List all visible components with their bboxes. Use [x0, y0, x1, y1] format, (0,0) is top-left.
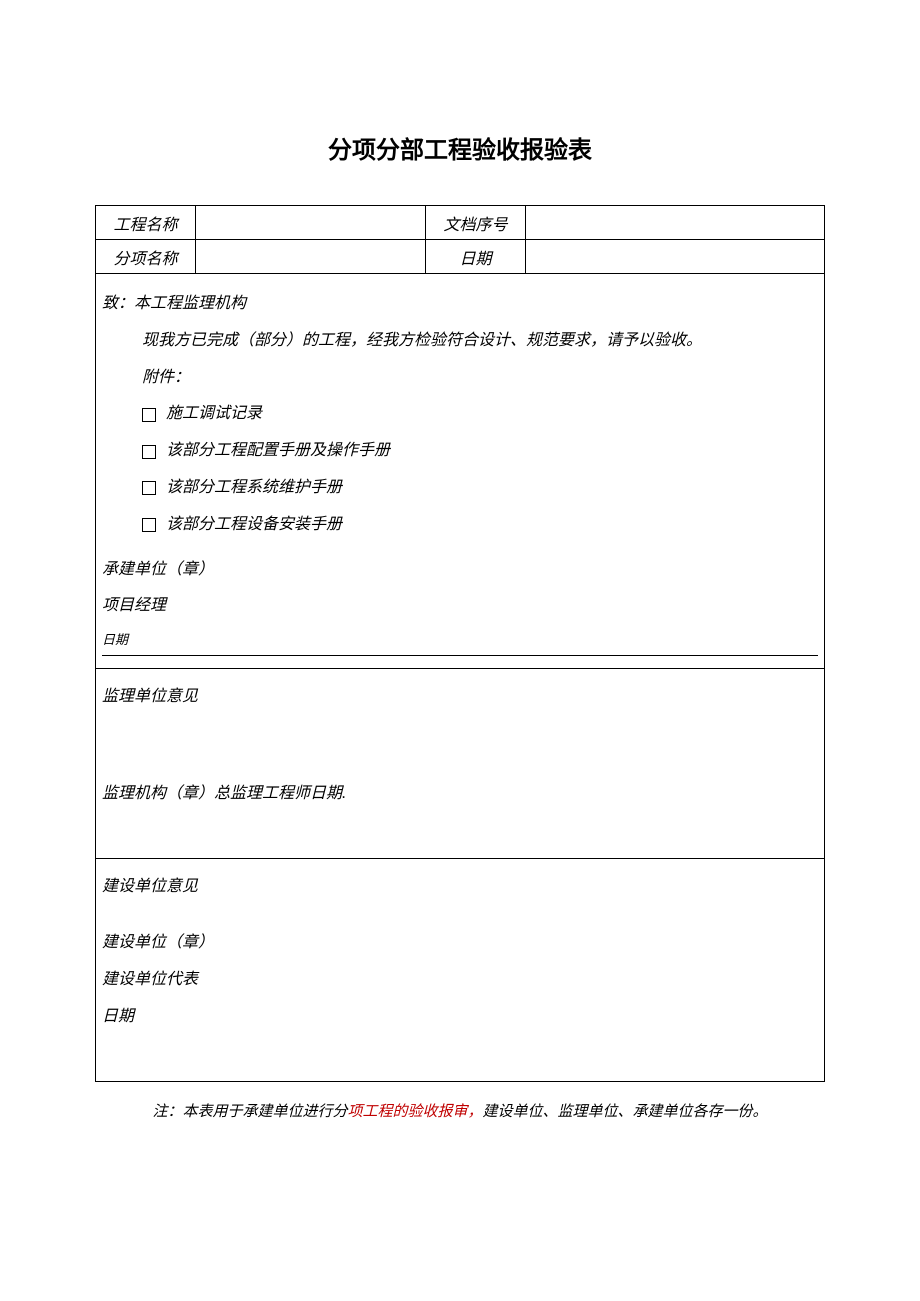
- footer-red-text: 项工程的验收报审，: [347, 1104, 482, 1120]
- body-section: 致：本工程监理机构 现我方已完成（部分）的工程，经我方检验符合设计、规范要求，请…: [96, 274, 825, 669]
- subitem-label: 分项名称: [96, 240, 196, 274]
- checkbox-label: 施工调试记录: [166, 396, 262, 433]
- document-title: 分项分部工程验收报验表: [95, 130, 825, 165]
- intro-line: 现我方已完成（部分）的工程，经我方检验符合设计、规范要求，请予以验收。: [102, 323, 818, 360]
- construction-unit-line: 承建单位（章）: [102, 552, 818, 589]
- footer-prefix: 注：本表用于承建单位进行分: [152, 1104, 347, 1120]
- project-name-label: 工程名称: [96, 206, 196, 240]
- supervision-signature-line: 监理机构（章）总监理工程师日期.: [102, 776, 818, 813]
- construction-rep-line: 建设单位代表: [102, 962, 818, 999]
- form-table: 工程名称 文档序号 分项名称 日期 致：本工程监理机构 现我方已完成（部分）的工…: [95, 205, 825, 1082]
- checkbox-label: 该部分工程配置手册及操作手册: [166, 433, 390, 470]
- project-name-input[interactable]: [196, 206, 426, 240]
- checkbox-label: 该部分工程系统维护手册: [166, 470, 342, 507]
- date-input[interactable]: [526, 240, 825, 274]
- checkbox-label: 该部分工程设备安装手册: [166, 507, 342, 544]
- subitem-input[interactable]: [196, 240, 426, 274]
- header-row-1: 工程名称 文档序号: [96, 206, 825, 240]
- body-date-line: 日期: [102, 625, 818, 656]
- checkbox-item-4: 该部分工程设备安装手册: [102, 507, 818, 544]
- checkbox-item-2: 该部分工程配置手册及操作手册: [102, 433, 818, 470]
- construction-date-line: 日期: [102, 999, 818, 1036]
- doc-no-input[interactable]: [526, 206, 825, 240]
- addressee-line: 致：本工程监理机构: [102, 286, 818, 323]
- checkbox-icon[interactable]: [142, 481, 156, 495]
- supervision-section: 监理单位意见 监理机构（章）总监理工程师日期.: [96, 669, 825, 859]
- attachments-label: 附件：: [102, 360, 818, 397]
- construction-section: 建设单位意见 建设单位（章） 建设单位代表 日期: [96, 858, 825, 1081]
- doc-no-label: 文档序号: [426, 206, 526, 240]
- footer-suffix: 建设单位、监理单位、承建单位各存一份。: [483, 1104, 768, 1120]
- footer-note: 注：本表用于承建单位进行分项工程的验收报审，建设单位、监理单位、承建单位各存一份…: [95, 1100, 825, 1121]
- checkbox-icon[interactable]: [142, 408, 156, 422]
- checkbox-item-1: 施工调试记录: [102, 396, 818, 433]
- checkbox-item-3: 该部分工程系统维护手册: [102, 470, 818, 507]
- checkbox-icon[interactable]: [142, 518, 156, 532]
- date-label: 日期: [426, 240, 526, 274]
- construction-unit-line: 建设单位（章）: [102, 925, 818, 962]
- header-row-2: 分项名称 日期: [96, 240, 825, 274]
- checkbox-icon[interactable]: [142, 445, 156, 459]
- supervision-opinion-label: 监理单位意见: [102, 679, 818, 716]
- construction-opinion-label: 建设单位意见: [102, 869, 818, 906]
- project-manager-line: 项目经理: [102, 588, 818, 625]
